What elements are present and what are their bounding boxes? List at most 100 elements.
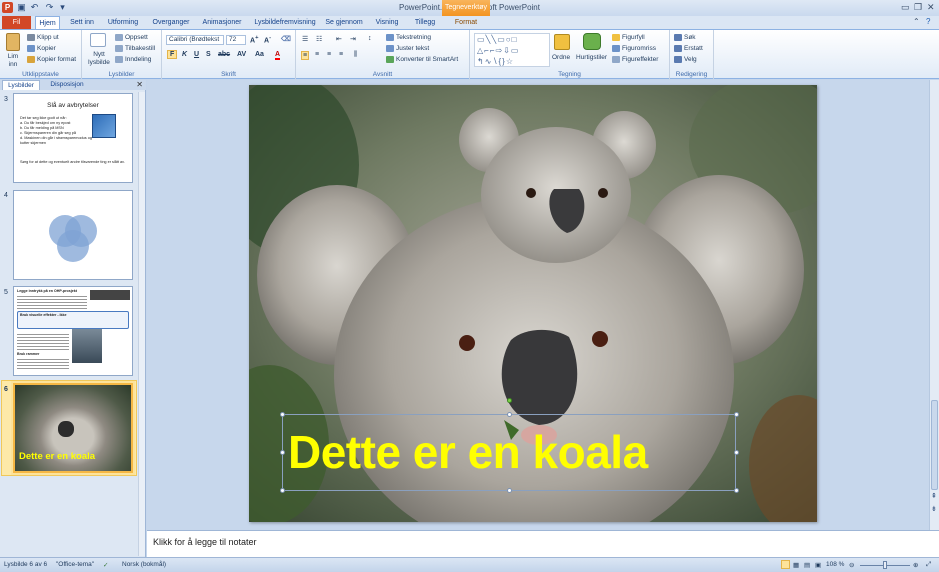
next-slide-icon[interactable]: ⇟ (931, 505, 937, 513)
justify-icon[interactable]: ≡ (339, 51, 343, 58)
copy-button[interactable]: Kopier (27, 44, 56, 53)
zoom-out-icon[interactable]: ⊖ (849, 561, 854, 569)
slide-title[interactable]: Dette er en koala (288, 425, 648, 479)
tab-transitions[interactable]: Overganger (150, 16, 192, 29)
tab-view[interactable]: Visning (371, 16, 403, 29)
new-slide-button[interactable]: Nytt lysbilde (84, 51, 114, 67)
font-size-combo[interactable]: 72 (226, 35, 246, 45)
line-spacing-icon[interactable]: ↕ (368, 35, 372, 42)
notes-pane[interactable]: Klikk for å legge til notater (147, 530, 939, 557)
align-right-icon[interactable]: ≡ (327, 51, 331, 58)
italic-icon[interactable]: K (182, 51, 187, 58)
tab-design[interactable]: Utforming (104, 16, 142, 29)
pane-tab-slides[interactable]: Lysbilder (2, 80, 40, 90)
resize-handle[interactable] (507, 488, 512, 493)
font-color-icon[interactable]: A (275, 51, 281, 60)
text-direction-button[interactable]: Tekstretning (386, 33, 431, 42)
font-name-combo[interactable]: Calibri (Brødtekst (166, 35, 224, 45)
zoom-level[interactable]: 108 % (826, 561, 844, 568)
slide-sorter-icon[interactable]: ▦ (793, 561, 799, 569)
section-button[interactable]: Inndeling (115, 55, 151, 64)
cut-button[interactable]: Klipp ut (27, 33, 59, 42)
bullets-icon[interactable]: ☰ (302, 35, 308, 43)
strikethrough-icon[interactable]: abc (218, 51, 230, 58)
spellcheck-icon[interactable]: ✓ (103, 561, 108, 569)
layout-button[interactable]: Oppsett (115, 33, 148, 42)
quick-styles-button[interactable]: Hurtigstiler (576, 53, 607, 62)
resize-handle[interactable] (734, 412, 739, 417)
arrange-icon[interactable] (554, 34, 570, 50)
reading-view-icon[interactable]: ▤ (804, 561, 810, 569)
shadow-icon[interactable]: S (206, 51, 211, 58)
tab-file[interactable]: Fil (2, 16, 31, 29)
zoom-slider-thumb[interactable] (883, 561, 887, 569)
quick-styles-icon[interactable] (583, 33, 601, 50)
normal-view-icon[interactable] (781, 560, 790, 569)
tab-slideshow[interactable]: Lysbildefremvisning (252, 16, 318, 29)
paste-button[interactable]: Lim inn (3, 53, 23, 69)
char-spacing-icon[interactable]: AV (237, 51, 246, 58)
prev-slide-icon[interactable]: ⇞ (931, 492, 937, 500)
decrease-indent-icon[interactable]: ⇤ (336, 35, 342, 43)
format-painter-button[interactable]: Kopier format (27, 55, 76, 64)
smartart-button[interactable]: Konverter til SmartArt (386, 55, 458, 64)
language-indicator[interactable]: Norsk (bokmål) (122, 561, 166, 568)
resize-handle[interactable] (280, 488, 285, 493)
numbering-icon[interactable]: ☷ (316, 35, 322, 43)
find-button[interactable]: Søk (674, 33, 696, 42)
thumb-footer: Sørg for at dette og eventuelt andre til… (20, 160, 125, 164)
clear-format-icon[interactable]: ⌫ (281, 35, 291, 43)
shape-outline-button[interactable]: Figuromriss (612, 44, 656, 53)
columns-icon[interactable]: ⫼ (354, 51, 357, 59)
replace-button[interactable]: Erstatt (674, 44, 703, 53)
fit-to-window-icon[interactable]: ⤢ (926, 561, 931, 569)
resize-handle[interactable] (507, 412, 512, 417)
resize-handle[interactable] (734, 488, 739, 493)
scroll-thumb[interactable] (931, 400, 938, 490)
resize-handle[interactable] (280, 450, 285, 455)
slide-thumbnail-6[interactable]: Dette er en koala (13, 383, 133, 473)
vertical-scrollbar[interactable]: ⇞ ⇟ (929, 80, 939, 530)
align-left-icon[interactable]: ≡ (301, 51, 310, 60)
change-case-icon[interactable]: Aa (255, 51, 264, 58)
align-text-button[interactable]: Juster tekst (386, 44, 429, 53)
paste-icon[interactable] (6, 33, 20, 51)
tab-animations[interactable]: Animasjoner (200, 16, 244, 29)
underline-icon[interactable]: U (194, 51, 199, 58)
resize-handle[interactable] (280, 412, 285, 417)
pane-scrollbar[interactable] (138, 92, 145, 556)
select-button[interactable]: Velg (674, 55, 697, 64)
align-center-icon[interactable]: ≡ (315, 51, 319, 58)
reset-button[interactable]: Tilbakestill (115, 44, 155, 53)
increase-indent-icon[interactable]: ⇥ (350, 35, 356, 43)
notes-placeholder[interactable]: Klikk for å legge til notater (153, 537, 257, 547)
resize-handle[interactable] (734, 450, 739, 455)
restore-icon[interactable]: ❐ (914, 2, 922, 13)
tab-insert[interactable]: Sett inn (67, 16, 97, 29)
tab-addins[interactable]: Tillegg (410, 16, 440, 29)
shape-fill-button[interactable]: Figurfyll (612, 33, 645, 42)
tab-home[interactable]: Hjem (35, 16, 60, 29)
tab-review[interactable]: Se gjennom (324, 16, 364, 29)
slide-thumbnail-5[interactable]: Legge inntrykk på en OHP-prosjekt Bruk v… (13, 286, 133, 376)
help-icon[interactable]: ? (926, 17, 930, 26)
zoom-in-icon[interactable]: ⊕ (913, 561, 918, 569)
pane-tab-outline[interactable]: Disposisjon (44, 80, 90, 90)
slide-thumbnail-3[interactable]: Slå av avbrytelser Det tar seg ikke godt… (13, 93, 133, 183)
rotate-handle[interactable] (507, 398, 512, 403)
slide-thumbnail-4[interactable] (13, 190, 133, 280)
grow-font-icon[interactable]: A+ (250, 35, 258, 44)
shrink-font-icon[interactable]: A- (264, 35, 271, 44)
effects-icon (612, 55, 620, 63)
tab-format[interactable]: Format (446, 16, 486, 29)
close-icon[interactable]: ✕ (927, 2, 935, 13)
slideshow-view-icon[interactable]: ▣ (815, 561, 821, 569)
minimize-icon[interactable]: ▭ (901, 2, 910, 13)
bold-icon[interactable]: F (167, 50, 178, 59)
shapes-gallery[interactable]: ▭╲╲▭○□ △⌐⌐⇨⇩▭ ↰∿∖{}☆ (474, 33, 550, 67)
shape-effects-button[interactable]: Figureffekter (612, 55, 658, 64)
minimize-ribbon-icon[interactable]: ⌃ (913, 17, 920, 26)
pane-close-icon[interactable]: ✕ (136, 80, 143, 89)
arrange-button[interactable]: Ordne (552, 53, 570, 62)
new-slide-icon[interactable] (90, 33, 106, 47)
